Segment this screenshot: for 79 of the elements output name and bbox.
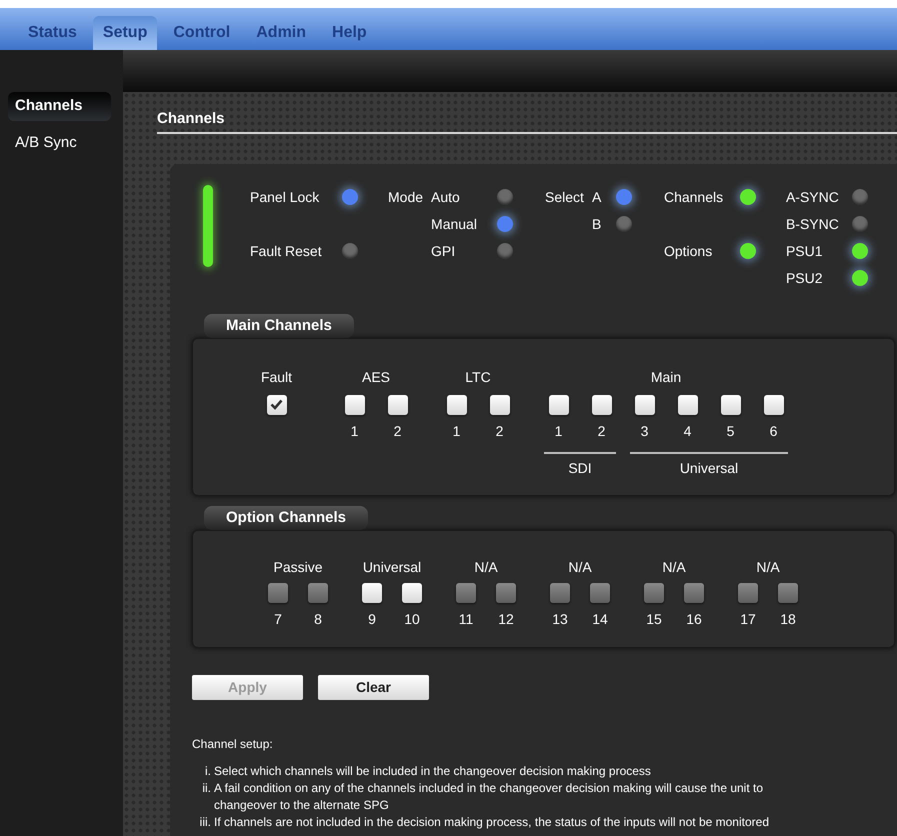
channel-number: 16: [686, 610, 702, 626]
checkmark-icon: [270, 399, 283, 410]
checkbox[interactable]: [388, 394, 408, 414]
nav-tab[interactable]: Help: [322, 16, 377, 50]
group-label: LTC: [465, 368, 491, 384]
channel-number: 14: [592, 610, 608, 626]
led-label: Panel Lock: [250, 188, 320, 206]
group-label: N/A: [568, 558, 592, 574]
channel-number: 8: [314, 610, 322, 626]
checkbox[interactable]: [548, 394, 568, 414]
checkbox[interactable]: [634, 394, 654, 414]
channel-number: 1: [554, 422, 562, 438]
channel-number: 12: [498, 610, 514, 626]
group-label: Main: [650, 368, 682, 384]
led-label: Auto: [431, 188, 461, 206]
help-text: Select which channels will be included in the changeover decision making process: [214, 762, 651, 780]
led-label: Fault Reset: [250, 242, 323, 260]
checkbox[interactable]: [402, 582, 422, 602]
subgroup-label: SDI: [568, 460, 592, 476]
channel-number: 6: [770, 422, 778, 438]
led-label: GPI: [431, 242, 456, 260]
led-label: B-SYNC: [786, 214, 840, 234]
group-label: Mode: [388, 188, 424, 206]
help-heading: Channel setup:: [192, 736, 274, 752]
checkbox[interactable]: [344, 394, 364, 414]
sidebar-item[interactable]: A/B Sync: [8, 128, 111, 157]
group-label: Select: [545, 188, 584, 206]
channel-number: 9: [368, 610, 376, 626]
help-text: If channels are not included in the decision making process, the status of the inputs will not be monitored: [214, 814, 769, 830]
led-label: A: [592, 188, 602, 206]
nav-tab[interactable]: Control: [163, 16, 240, 50]
list-marker: ii.: [201, 780, 212, 796]
led-label: B: [592, 214, 602, 234]
group-label: Fault: [260, 368, 292, 384]
led-label: A-SYNC: [786, 188, 840, 206]
checkbox[interactable]: [764, 394, 784, 414]
help-text: A fail condition on any of the channels included in the changeover decision making will cause the unit to changeover to the alternate SPG: [214, 780, 764, 814]
led-label: Options: [664, 242, 714, 261]
checkbox[interactable]: [490, 394, 510, 414]
nav-tab[interactable]: Admin: [246, 16, 316, 50]
channel-number: 13: [552, 610, 568, 626]
checkbox[interactable]: [720, 394, 740, 414]
channel-number: 7: [274, 610, 282, 626]
nav-tab[interactable]: Status: [18, 16, 87, 50]
group-label: AES: [362, 368, 390, 384]
channel-number: 3: [640, 422, 648, 438]
checkbox[interactable]: [266, 394, 286, 414]
group-label: Universal: [362, 558, 422, 574]
group-label: N/A: [756, 558, 780, 574]
channel-number: 1: [350, 422, 358, 438]
channel-number: 1: [452, 422, 460, 438]
checkbox[interactable]: [362, 582, 382, 602]
checkbox[interactable]: [678, 394, 698, 414]
channel-number: 10: [404, 610, 420, 626]
checkbox[interactable]: [446, 394, 466, 414]
list-marker: i.: [204, 762, 212, 780]
led-label: PSU1: [786, 242, 824, 260]
channel-number: 4: [684, 422, 692, 438]
subgroup-label: Universal: [680, 460, 738, 476]
led-label: Channels: [664, 188, 724, 206]
channel-number: 11: [458, 610, 474, 626]
channel-number: 2: [598, 422, 606, 438]
led-label: Manual: [431, 214, 478, 234]
group-label: Passive: [273, 558, 323, 574]
page-title: Channels: [157, 108, 897, 134]
channel-number: 2: [496, 422, 504, 438]
channel-number: 17: [740, 610, 756, 626]
checkbox[interactable]: [592, 394, 612, 414]
channel-number: 5: [726, 422, 734, 438]
list-marker: iii.: [198, 814, 212, 830]
action-button[interactable]: Clear: [318, 674, 429, 700]
channel-number: 2: [394, 422, 402, 438]
nav-tab[interactable]: Setup: [92, 16, 158, 50]
group-label: N/A: [662, 558, 686, 574]
channel-number: 15: [646, 610, 662, 626]
sidebar-item[interactable]: Channels: [8, 92, 111, 120]
channel-number: 18: [780, 610, 796, 626]
group-label: N/A: [474, 558, 498, 574]
led-label: PSU2: [786, 268, 824, 288]
